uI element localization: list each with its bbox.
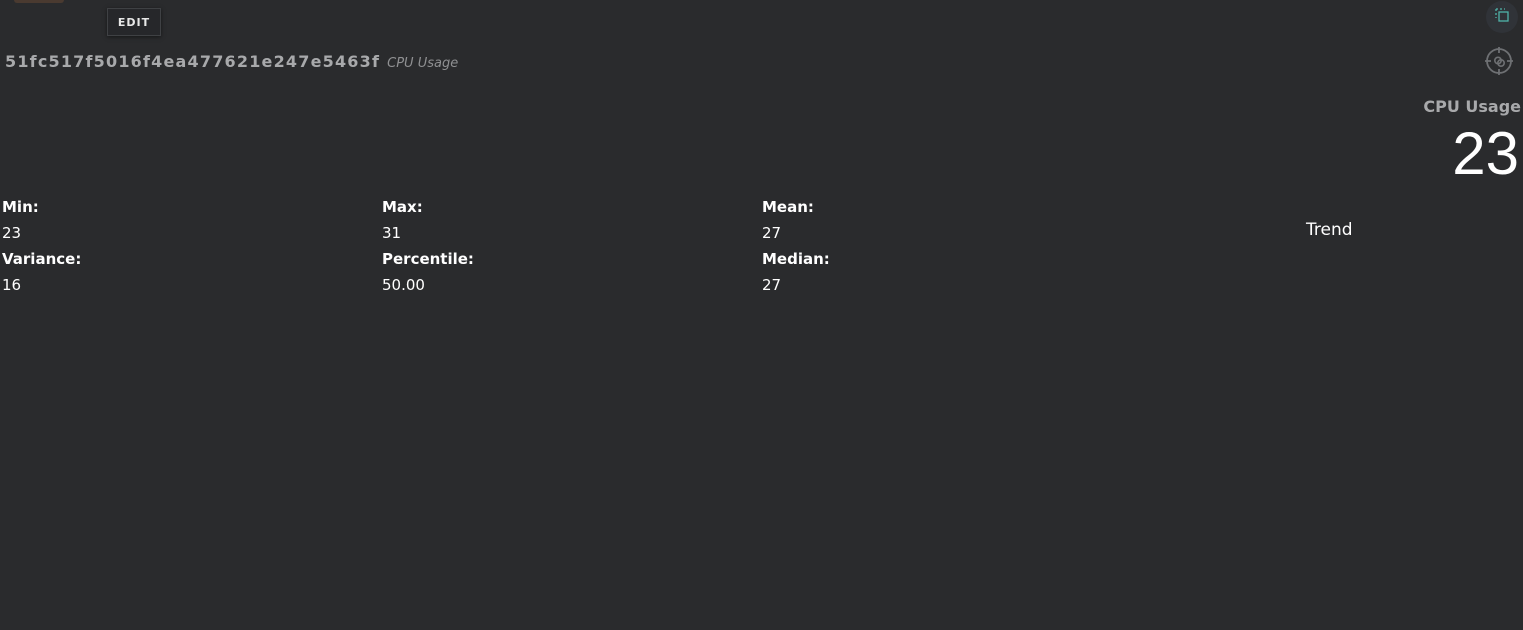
current-value-label: CPU Usage <box>1423 97 1521 116</box>
brand-strip <box>14 0 64 3</box>
edit-button[interactable]: EDIT <box>107 8 161 36</box>
stat-mean: Mean: 27 <box>762 196 814 248</box>
widget-title-row: 51fc517f5016f4ea477621e247e5463f CPU Usa… <box>5 52 458 71</box>
stat-max: Max: 31 <box>382 196 423 248</box>
widget-panel: EDIT 51fc517f5016f4ea477621e247e5463f CP… <box>0 0 1523 630</box>
stat-percentile: Percentile: 50.00 <box>382 248 474 300</box>
metric-subtitle: CPU Usage <box>387 56 459 71</box>
stat-min: Min: 23 <box>2 196 39 248</box>
target-icon <box>1483 45 1515 81</box>
stat-max-label: Max: <box>382 198 423 216</box>
stat-percentile-value: 50.00 <box>382 276 425 294</box>
copy-icon <box>1494 7 1510 27</box>
locate-button[interactable] <box>1482 46 1516 80</box>
stat-max-value: 31 <box>382 224 402 242</box>
stat-min-value: 23 <box>2 224 22 242</box>
stat-median-value: 27 <box>762 276 782 294</box>
stat-median-label: Median: <box>762 250 830 268</box>
trend-label: Trend <box>1306 220 1353 240</box>
stat-variance-value: 16 <box>2 276 22 294</box>
copy-button[interactable] <box>1486 1 1518 33</box>
entity-id: 51fc517f5016f4ea477621e247e5463f <box>5 52 381 71</box>
stat-mean-label: Mean: <box>762 198 814 216</box>
current-value: 23 <box>1452 120 1519 187</box>
stat-mean-value: 27 <box>762 224 782 242</box>
stat-percentile-label: Percentile: <box>382 250 474 268</box>
stat-variance: Variance: 16 <box>2 248 81 300</box>
stat-min-label: Min: <box>2 198 39 216</box>
stat-variance-label: Variance: <box>2 250 82 268</box>
stat-median: Median: 27 <box>762 248 830 300</box>
